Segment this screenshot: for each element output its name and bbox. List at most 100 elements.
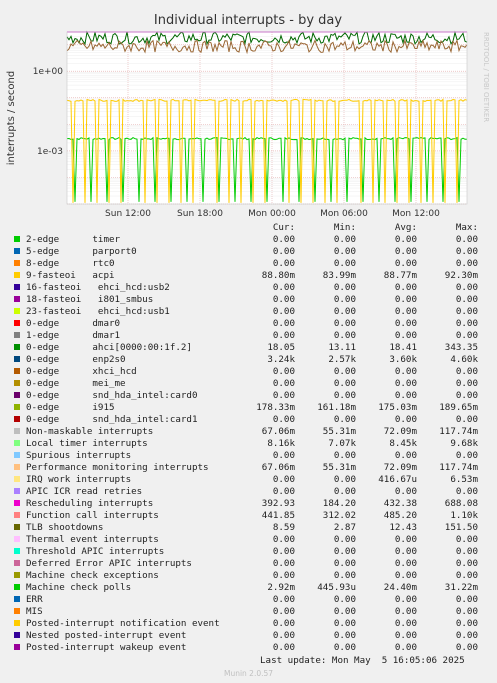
legend-cur-value: 0.00 [272,450,295,461]
legend-max-value: 0.00 [455,294,478,305]
legend-label: Posted-interrupt wakeup event [26,642,187,653]
legend-min-value: 0.00 [333,366,356,377]
legend-min-value: 0.00 [333,618,356,629]
legend-label: Machine check polls [26,582,132,593]
y-tick-label: 1e+00 [33,67,64,77]
legend-label: Posted-interrupt notification event [26,618,220,629]
legend-min-value: 13.11 [328,342,356,353]
legend-cur-value: 8.16k [267,438,295,449]
legend-avg-value: 0.00 [394,306,417,317]
legend-swatch [14,500,20,506]
legend-avg-value: 0.00 [394,630,417,641]
legend-swatch [14,524,20,530]
legend-swatch [14,572,20,578]
legend-label: Spurious interrupts [26,450,132,461]
x-tick-label: Sun 18:00 [177,209,223,219]
x-tick-label: Mon 12:00 [392,209,440,219]
legend-min-value: 184.20 [322,498,356,509]
legend-label: 0-edge enp2s0 [26,354,126,365]
legend-avg-value: 88.77m [383,270,417,281]
legend-label: Deferred Error APIC interrupts [26,558,192,569]
legend-swatch [14,380,20,386]
legend-cur-value: 88.80m [261,270,295,281]
legend-min-value: 0.00 [333,570,356,581]
legend-label: MIS [26,606,43,617]
legend-label: 8-edge rtc0 [26,258,115,269]
legend-label: 23-fasteoi ehci_hcd:usb1 [26,306,170,317]
legend-swatch [14,476,20,482]
legend-cur-value: 0.00 [272,486,295,497]
legend-cur-value: 0.00 [272,630,295,641]
legend-min-value: 0.00 [333,534,356,545]
legend-min-value: 0.00 [333,378,356,389]
legend-avg-value: 0.00 [394,486,417,497]
legend-max-value: 0.00 [455,306,478,317]
legend-max-value: 0.00 [455,246,478,257]
legend-min-value: 0.00 [333,630,356,641]
legend-cur-value: 0.00 [272,234,295,245]
legend-avg-value: 0.00 [394,546,417,557]
legend-label: 0-edge i915 [26,402,115,413]
legend-avg-value: 72.09m [383,426,417,437]
legend-avg-value: 0.00 [394,390,417,401]
legend-cur-value: 0.00 [272,306,295,317]
legend-max-value: 31.22m [444,582,478,593]
watermark: RRDTOOL / TOBI OETIKER [482,32,490,122]
legend-max-value: 92.30m [444,270,478,281]
x-tick-labels: Sun 12:00 Sun 18:00 Mon 00:00 Mon 06:00 Mon … [105,209,440,219]
legend-label: 0-edge snd_hda_intel:card1 [26,414,198,425]
legend-max-value: 688.08 [444,498,478,509]
legend-cur-value: 3.24k [267,354,295,365]
legend-label: 5-edge parport0 [26,246,137,257]
legend-label: 2-edge timer [26,234,121,245]
legend-max-value: 0.00 [455,570,478,581]
legend-max-value: 0.00 [455,486,478,497]
legend-cur-value: 441.85 [261,510,295,521]
legend-swatch [14,452,20,458]
legend-swatch [14,548,20,554]
legend-max-value: 0.00 [455,318,478,329]
legend-min-value: 0.00 [333,318,356,329]
legend-avg-value: 416.67u [378,474,417,485]
legend-label: 0-edge xhci_hcd [26,366,137,377]
legend-max-value: 0.00 [455,330,478,341]
legend-cur-value: 67.06m [261,426,295,437]
legend-max-value: 0.00 [455,390,478,401]
legend-min-value: 0.00 [333,486,356,497]
legend-max-value: 0.00 [455,630,478,641]
legend-swatch [14,296,20,302]
legend-swatch [14,284,20,290]
legend-avg-value: 0.00 [394,414,417,425]
legend-avg-value: 24.40m [383,582,417,593]
legend-label: Rescheduling interrupts [26,498,154,509]
legend-max-value: 1.10k [450,510,478,521]
legend-label: 0-edge ahci[0000:00:1f.2] [26,342,192,353]
legend-avg-value: 485.20 [383,510,417,521]
legend-max-value: 0.00 [455,282,478,293]
legend-avg-value: 0.00 [394,246,417,257]
legend-swatch [14,368,20,374]
legend-max-value: 0.00 [455,450,478,461]
legend-max-value: 0.00 [455,378,478,389]
legend-label: 9-fasteoi acpi [26,270,115,281]
legend-label: 18-fasteoi i801_smbus [26,294,154,305]
legend-max-value: 4.60k [450,354,478,365]
legend-cur-value: 0.00 [272,378,295,389]
legend-cur-value: 0.00 [272,414,295,425]
legend-swatch [14,536,20,542]
legend-cur-value: 0.00 [272,618,295,629]
legend-min-value: 0.00 [333,558,356,569]
legend-avg-value: 0.00 [394,378,417,389]
legend-swatch [14,428,20,434]
legend-cur-value: 0.00 [272,546,295,557]
y-tick-labels: 1e+031e+001e-03 [33,67,64,157]
legend-avg-value: 175.03m [378,402,417,413]
legend-cur-value: 8.59 [272,522,295,533]
legend-label: 1-edge dmar1 [26,330,121,341]
legend-max-value: 0.00 [455,258,478,269]
legend-min-value: 0.00 [333,474,356,485]
legend-max-value: 0.00 [455,558,478,569]
legend-label: Nested posted-interrupt event [26,630,187,641]
legend-label: 16-fasteoi ehci_hcd:usb2 [26,282,170,293]
legend-swatch [14,404,20,410]
